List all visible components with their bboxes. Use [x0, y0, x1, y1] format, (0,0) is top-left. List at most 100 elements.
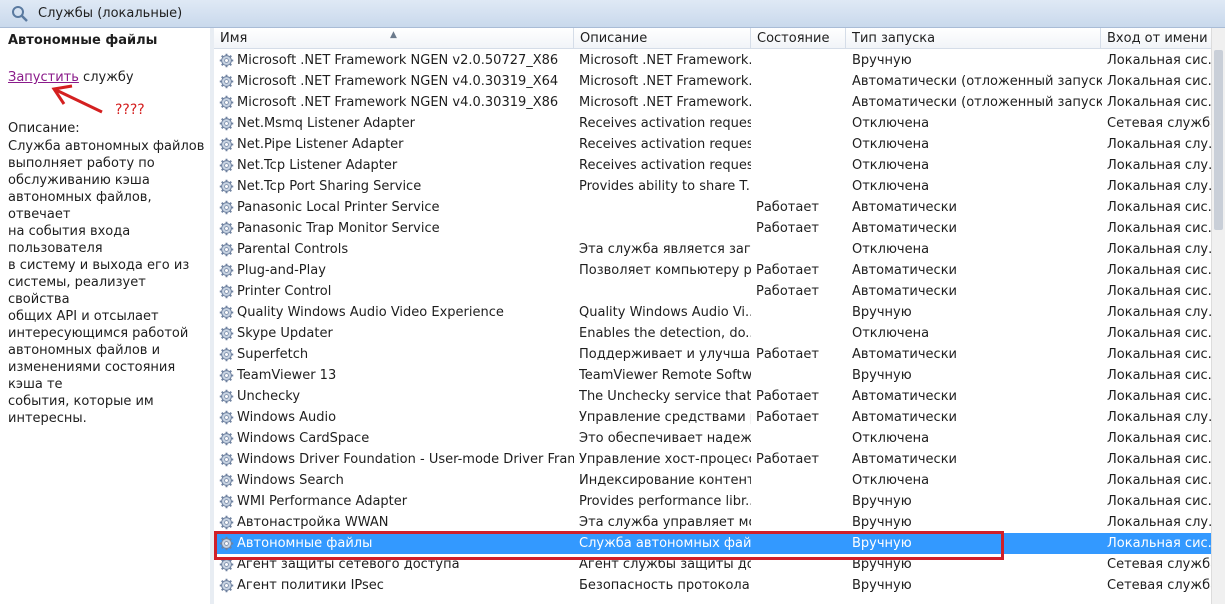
description-line: события, которые им интересны.: [8, 394, 154, 426]
service-description-cell: [579, 218, 751, 239]
sort-ascending-icon: ▲: [390, 30, 397, 40]
service-description-cell: Эта служба является загл...: [579, 242, 751, 257]
service-logon-as: Локальная сис...: [1107, 368, 1211, 383]
service-status: [756, 155, 846, 176]
column-header-startup-type[interactable]: Тип запуска: [846, 28, 1101, 49]
vertical-scrollbar[interactable]: [1211, 28, 1225, 604]
service-status: [756, 428, 846, 449]
service-name: Net.Tcp Listener Adapter: [237, 158, 398, 173]
service-logon-as: Локальная сис...: [1107, 263, 1211, 278]
service-status: [756, 575, 846, 596]
description-line: на события входа пользователя: [8, 224, 131, 256]
service-gear-icon: [219, 116, 234, 131]
service-logon-as: Локальная сис...: [1107, 494, 1211, 509]
table-row[interactable]: Автонастройка WWAN Эта служба управляет м…: [214, 512, 1211, 533]
service-startup-type: Автоматически: [852, 263, 958, 278]
table-row[interactable]: Quality Windows Audio Video Experience Qu…: [214, 302, 1211, 323]
service-gear-icon: [219, 137, 234, 152]
service-gear-icon: [219, 494, 234, 509]
annotation-arrow-icon: [51, 84, 103, 114]
service-description-cell: Receives activation reques...: [579, 137, 751, 152]
service-description-cell: Поддерживает и улучшае...: [579, 347, 751, 362]
service-gear-icon: [219, 263, 234, 278]
service-description-cell: Служба автономных файл...: [579, 536, 751, 551]
table-row[interactable]: Microsoft .NET Framework NGEN v4.0.30319…: [214, 92, 1211, 113]
table-row[interactable]: Plug-and-Play Позволяет компьютеру р... Ра…: [214, 260, 1211, 281]
table-row[interactable]: Агент защиты сетевого доступа Агент служб…: [214, 554, 1211, 575]
description-line: автономных файлов и: [8, 343, 161, 358]
service-startup-type: Автоматически: [852, 452, 958, 467]
table-row[interactable]: Superfetch Поддерживает и улучшае... Работ…: [214, 344, 1211, 365]
table-row[interactable]: Net.Pipe Listener Adapter Receives activa…: [214, 134, 1211, 155]
table-row[interactable]: Microsoft .NET Framework NGEN v2.0.50727…: [214, 50, 1211, 71]
column-header-description[interactable]: Описание: [574, 28, 751, 49]
table-row[interactable]: Printer Control Работает Автоматически Лока…: [214, 281, 1211, 302]
service-startup-type: Вручную: [852, 578, 912, 593]
column-header-name[interactable]: Имя ▲: [214, 28, 574, 49]
service-logon-as: Локальная слу...: [1107, 179, 1211, 194]
service-startup-type: Вручную: [852, 557, 912, 572]
table-row[interactable]: Windows Search Индексирование контент... О…: [214, 470, 1211, 491]
service-startup-type: Отключена: [852, 431, 930, 446]
service-name: TeamViewer 13: [237, 368, 337, 383]
service-startup-type: Автоматически: [852, 347, 958, 362]
table-row[interactable]: Net.Tcp Listener Adapter Receives activat…: [214, 155, 1211, 176]
table-row[interactable]: Windows Driver Foundation - User-mode Dr…: [214, 449, 1211, 470]
service-name: Windows Driver Foundation - User-mode Dr…: [237, 452, 574, 467]
service-name: Plug-and-Play: [237, 263, 326, 278]
table-row[interactable]: Агент политики IPsec Безопасность протоко…: [214, 575, 1211, 596]
service-status: [756, 134, 846, 155]
service-status: [756, 113, 846, 134]
service-name: Автономные файлы: [237, 536, 373, 551]
column-header-logon-as[interactable]: Вход от имени: [1101, 28, 1211, 49]
service-description-cell: Microsoft .NET Framework...: [579, 53, 751, 68]
table-row[interactable]: Panasonic Trap Monitor Service Работает Ав…: [214, 218, 1211, 239]
service-description-cell: Microsoft .NET Framework...: [579, 74, 751, 89]
service-logon-as: Локальная сис...: [1107, 74, 1211, 89]
service-logon-as: Сетевая служба: [1107, 578, 1211, 593]
service-gear-icon: [219, 242, 234, 257]
service-status: [756, 302, 846, 323]
service-name: Parental Controls: [237, 242, 349, 257]
extended-info-pane: Автономные файлы Запустить службу ???? О…: [0, 28, 210, 604]
service-startup-type: Отключена: [852, 326, 930, 341]
service-gear-icon: [219, 95, 234, 110]
table-row[interactable]: Skype Updater Enables the detection, do..…: [214, 323, 1211, 344]
service-status: [756, 50, 846, 71]
service-description-cell: Управление средствами р...: [579, 410, 751, 425]
service-logon-as: Локальная сис...: [1107, 221, 1211, 236]
service-logon-as: Локальная сис...: [1107, 200, 1211, 215]
service-gear-icon: [219, 158, 234, 173]
service-description-cell: Индексирование контент...: [579, 473, 751, 488]
description-line: изменениями состояния кэша те: [8, 360, 176, 392]
table-row[interactable]: Net.Tcp Port Sharing Service Provides abi…: [214, 176, 1211, 197]
scrollbar-thumb[interactable]: [1214, 50, 1223, 230]
table-row[interactable]: Windows Audio Управление средствами р... Р…: [214, 407, 1211, 428]
table-row[interactable]: TeamViewer 13 TeamViewer Remote Softw... В…: [214, 365, 1211, 386]
service-name: Microsoft .NET Framework NGEN v4.0.30319…: [237, 95, 559, 110]
service-status: Работает: [756, 389, 819, 404]
column-header-status[interactable]: Состояние: [751, 28, 846, 49]
service-description-cell: Microsoft .NET Framework...: [579, 95, 751, 110]
service-startup-type: Автоматически: [852, 410, 958, 425]
service-startup-type: Автоматически: [852, 221, 958, 236]
table-row[interactable]: Microsoft .NET Framework NGEN v4.0.30319…: [214, 71, 1211, 92]
service-status: Работает: [756, 221, 819, 236]
service-logon-as: Локальная сис...: [1107, 53, 1211, 68]
service-startup-type: Вручную: [852, 494, 912, 509]
table-row[interactable]: Unchecky The Unchecky service that ... Раб…: [214, 386, 1211, 407]
description-line: обслуживанию кэша: [8, 173, 150, 188]
service-description-cell: The Unchecky service that ...: [579, 389, 751, 404]
table-row[interactable]: Windows CardSpace Это обеспечивает надежн…: [214, 428, 1211, 449]
table-row[interactable]: Parental Controls Эта служба является заг…: [214, 239, 1211, 260]
service-gear-icon: [219, 53, 234, 68]
table-row[interactable]: Net.Msmq Listener Adapter Receives activa…: [214, 113, 1211, 134]
service-startup-type: Автоматически (отложенный запуск): [852, 74, 1102, 89]
table-row[interactable]: Panasonic Local Printer Service Работает А…: [214, 197, 1211, 218]
service-logon-as: Локальная слу...: [1107, 305, 1211, 320]
service-gear-icon: [219, 284, 234, 299]
service-startup-type: Автоматически: [852, 284, 958, 299]
description-line: выполняет работу по: [8, 156, 155, 171]
table-row[interactable]: WMI Performance Adapter Provides performa…: [214, 491, 1211, 512]
table-row[interactable]: Автономные файлы Служба автономных файл..…: [214, 533, 1211, 554]
